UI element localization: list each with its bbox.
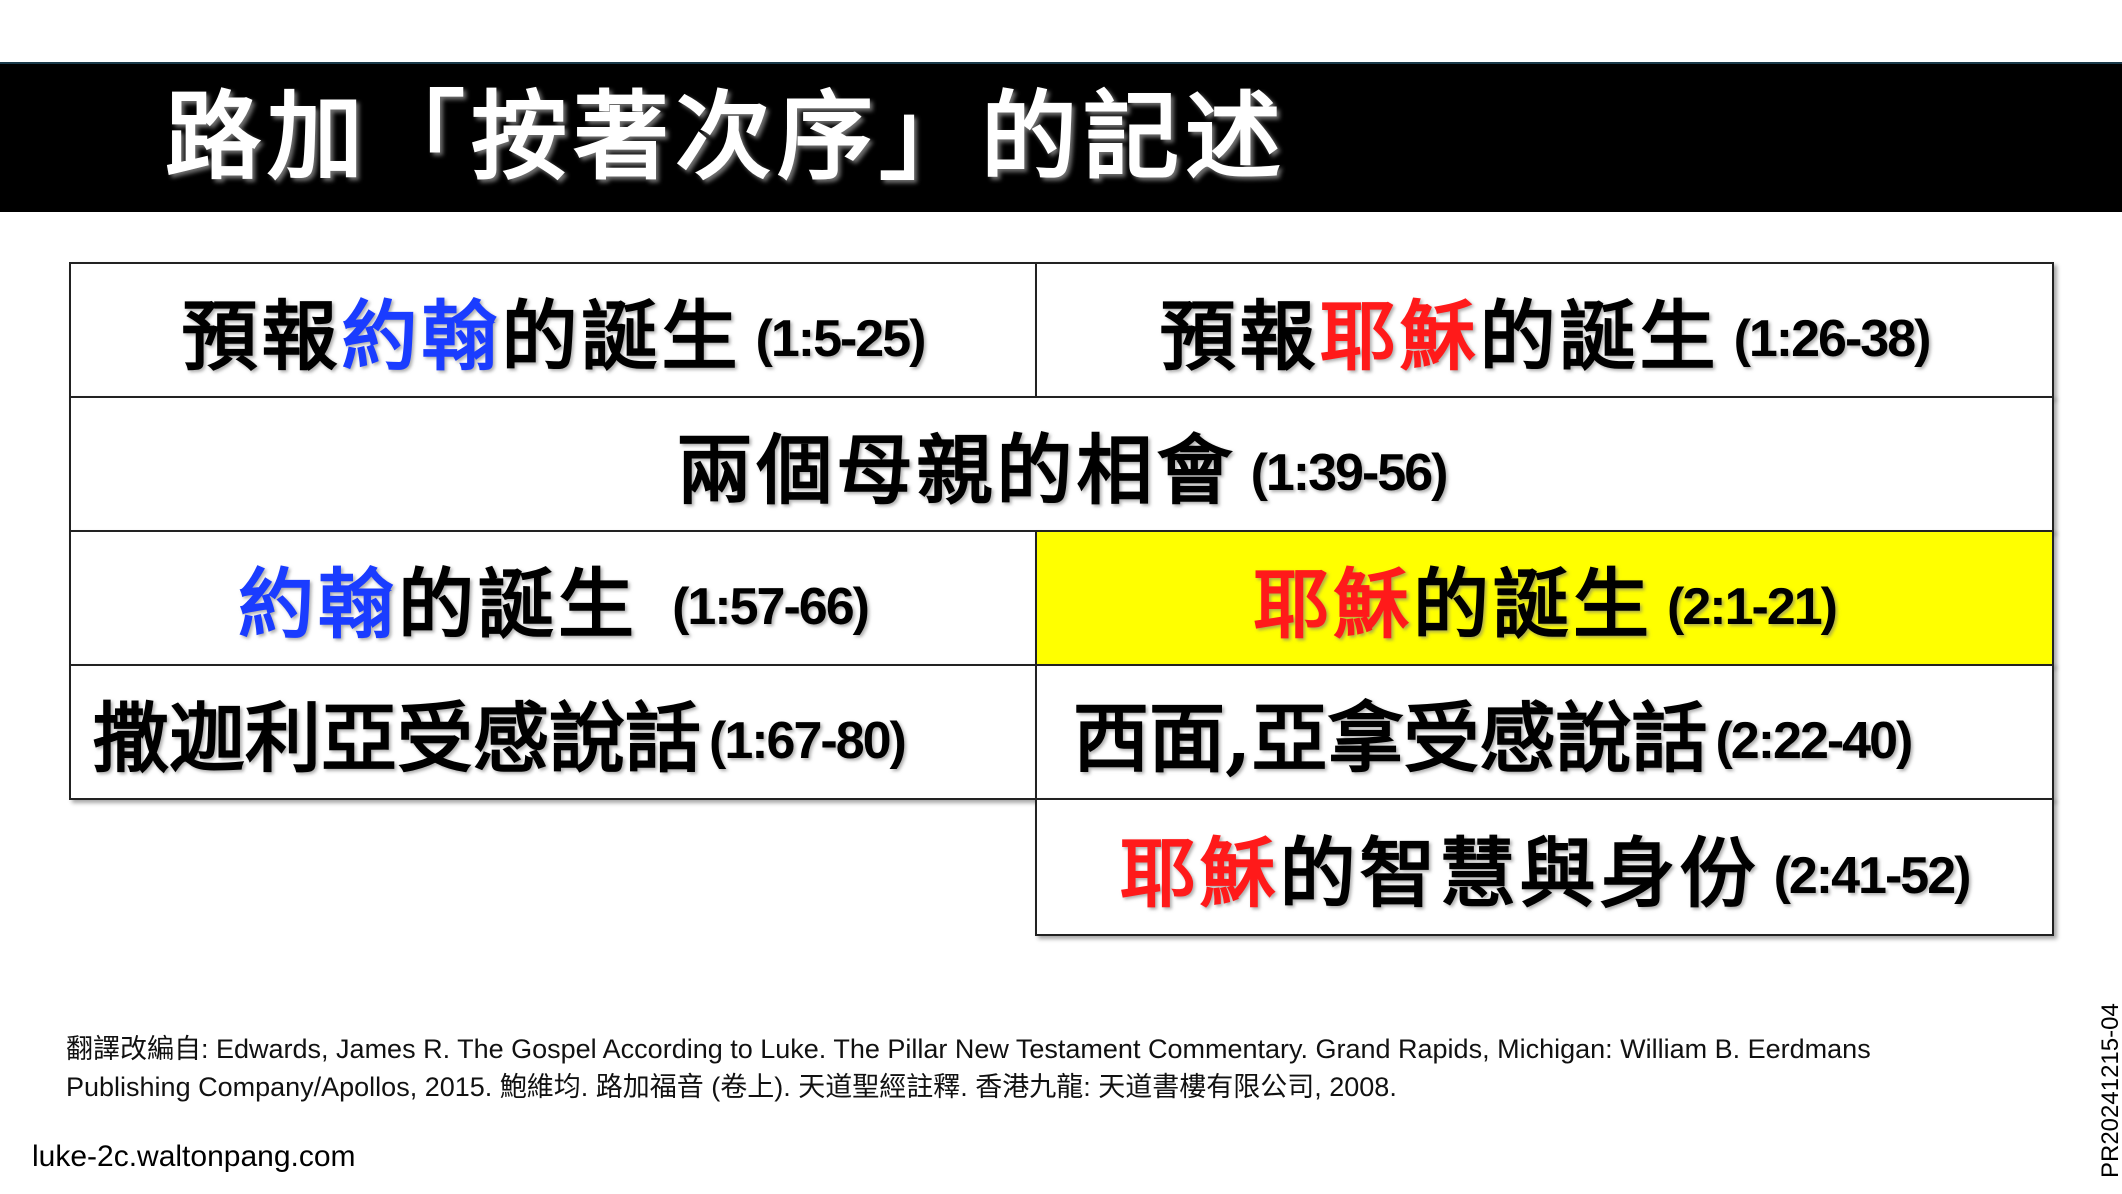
cell-jesus-wisdom-identity: 耶穌 的智慧與身份 (2:41-52) [1035, 798, 2054, 936]
cell-zechariah-prophecy: 撒迦利亞受感說話 (1:67-80) [69, 664, 1037, 800]
cell-text-post: 的誕生 [1413, 560, 1654, 649]
name-john: 約翰 [341, 292, 502, 381]
website-url: luke-2c.waltonpang.com [32, 1140, 356, 1173]
cell-text-post: 的誕生 [1479, 292, 1720, 381]
scripture-ref: (1:67-80) [709, 712, 907, 770]
scripture-ref: (1:26-38) [1733, 310, 1932, 368]
cell-text-post: 的誕生 [501, 292, 742, 381]
cell-jesus-birth: 耶穌 的誕生 (2:1-21) [1035, 530, 2054, 666]
scripture-ref: (2:22-40) [1715, 712, 1913, 770]
citation-line-1: 翻譯改編自: Edwards, James R. The Gospel Acco… [66, 1034, 1871, 1064]
title-bar: 路加「按著次序」的記述 [0, 62, 2122, 212]
cell-text-pre: 預報 [181, 292, 342, 381]
name-jesus: 耶穌 [1119, 829, 1280, 918]
cell-john-birth-foretold: 預報 約翰 的誕生 (1:5-25) [69, 262, 1037, 398]
name-john: 約翰 [238, 560, 399, 649]
cell-text: 兩個母親的相會 [676, 426, 1237, 515]
name-jesus: 耶穌 [1319, 292, 1480, 381]
scripture-ref: (1:5-25) [755, 310, 927, 368]
page-title: 路加「按著次序」的記述 [165, 80, 1287, 193]
scripture-ref: (1:57-66) [672, 578, 870, 636]
slide-code: PR20241215-04 [2097, 1003, 2122, 1178]
citation-line-2: Publishing Company/Apollos, 2015. 鮑維均. 路… [66, 1072, 1397, 1102]
scripture-ref: (2:1-21) [1667, 578, 1838, 636]
scripture-ref: (1:39-56) [1250, 444, 1449, 502]
cell-text: 撒迦利亞受感說話 [93, 694, 701, 783]
cell-john-birth: 約翰 的誕生 (1:57-66) [69, 530, 1037, 666]
name-jesus: 耶穌 [1253, 560, 1414, 649]
cell-mothers-meeting: 兩個母親的相會 (1:39-56) [69, 396, 2054, 532]
cell-text-post: 的智慧與身份 [1279, 829, 1760, 918]
cell-text: 西面,亞拿受感說話 [1073, 694, 1708, 783]
cell-text-post: 的誕生 [398, 560, 639, 649]
cell-text-pre: 預報 [1159, 292, 1320, 381]
scripture-ref: (2:41-52) [1773, 847, 1972, 905]
cell-jesus-birth-foretold: 預報 耶穌 的誕生 (1:26-38) [1035, 262, 2054, 398]
citation-footnote: 翻譯改編自: Edwards, James R. The Gospel Acco… [66, 1030, 2056, 1106]
cell-simeon-anna-prophecy: 西面,亞拿受感說話 (2:22-40) [1035, 664, 2054, 800]
